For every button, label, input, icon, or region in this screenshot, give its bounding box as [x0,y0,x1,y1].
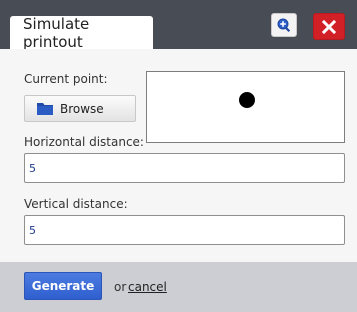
vertical-distance-label: Vertical distance: [24,197,128,211]
point-dot [239,92,255,108]
tab-simulate-printout[interactable]: Simulate printout [10,14,153,51]
horizontal-distance-input[interactable] [24,153,345,183]
browse-button[interactable]: Browse [24,95,136,122]
current-point-preview [146,71,345,143]
dialog-footer: Generate or cancel [0,262,357,312]
current-point-label: Current point: [24,72,108,86]
horizontal-distance-label: Horizontal distance: [24,135,144,149]
or-text: or [114,280,127,294]
title-bar: Simulate printout [0,0,357,51]
simulate-printout-dialog: Simulate printout Current point: Browse [0,0,357,312]
tab-title: Simulate printout [23,14,90,51]
browse-label: Browse [60,101,104,116]
close-button[interactable] [313,13,345,40]
vertical-distance-input[interactable] [24,215,345,245]
folder-icon [37,103,53,115]
dialog-body: Current point: Browse Horizontal distanc… [0,49,357,262]
magnifier-plus-icon [277,18,291,33]
generate-button[interactable]: Generate [24,272,102,300]
cancel-link[interactable]: cancel [128,280,167,294]
zoom-button[interactable] [271,13,297,37]
close-icon [322,19,336,34]
